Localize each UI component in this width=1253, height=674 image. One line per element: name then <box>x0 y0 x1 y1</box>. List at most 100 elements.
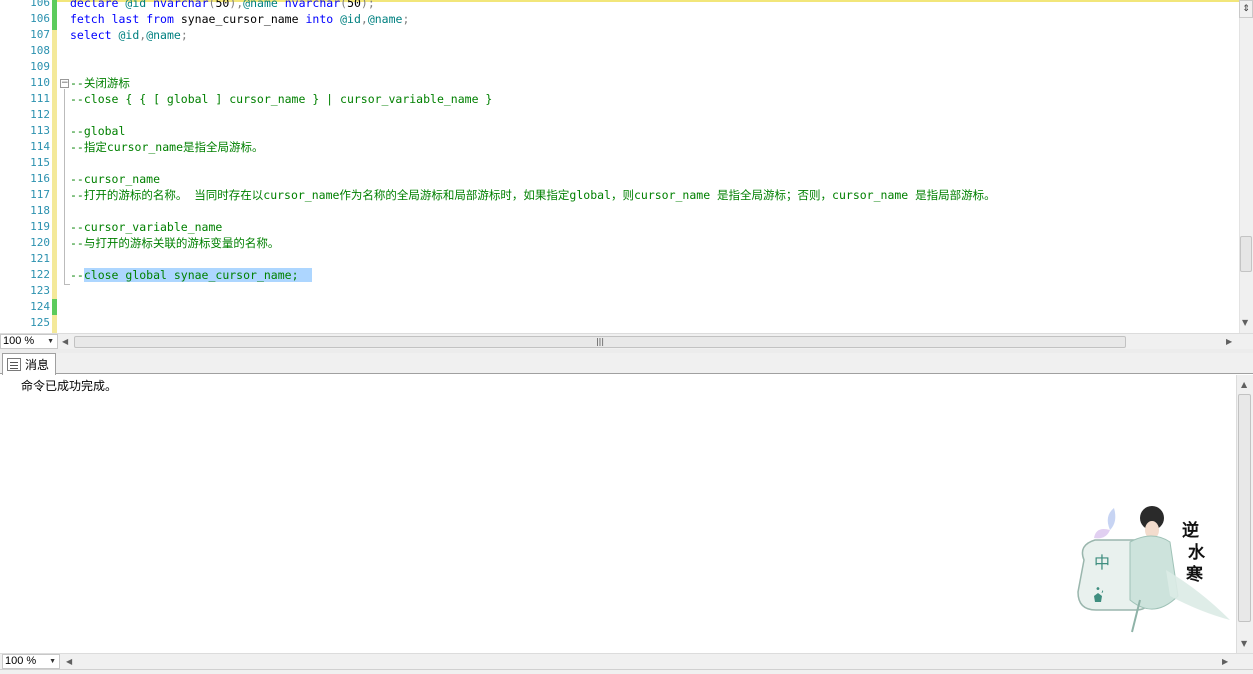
line-number: 124 <box>30 300 50 313</box>
line-number: 108 <box>30 44 50 57</box>
code-token: @name <box>146 28 181 42</box>
butterfly-wing-icon <box>1094 529 1110 539</box>
line-number: 118 <box>30 204 50 217</box>
scroll-left-arrow-icon[interactable]: ◀ <box>66 657 72 666</box>
messages-zoom-value: 100 % <box>5 655 37 667</box>
code-token: @id <box>118 28 140 42</box>
line-number: 107 <box>30 28 50 41</box>
ime-status-widget[interactable]: 中 •, 逆 水 寒 <box>1070 500 1238 635</box>
code-token: last <box>111 12 140 26</box>
code-text-area[interactable]: declare @id nvarchar(50),@name nvarchar(… <box>60 0 1238 333</box>
brand-char-1: 逆 <box>1182 520 1199 541</box>
messages-icon <box>7 358 21 371</box>
messages-vertical-scroll-thumb[interactable] <box>1238 394 1251 622</box>
code-line[interactable]: --指定cursor_name是指全局游标。 <box>70 139 264 155</box>
query-editor[interactable]: 106 106 107 108 109 110 111 112 113 114 115 116 117 1… <box>0 0 1253 333</box>
scroll-up-arrow-icon[interactable]: ▲ <box>1241 380 1247 389</box>
editor-vertical-scroll-thumb[interactable] <box>1240 236 1252 272</box>
code-token: 50 <box>215 0 230 10</box>
code-token: fetch <box>70 12 105 26</box>
saved-change-mark <box>52 0 57 30</box>
scroll-right-arrow-icon[interactable]: ▶ <box>1226 337 1232 346</box>
code-line[interactable]: --打开的游标的名称。 当同时存在以cursor_name作为名称的全局游标和局… <box>70 187 996 203</box>
code-token: 50 <box>347 0 361 10</box>
code-token: ); <box>360 0 375 10</box>
code-token: --close { { [ global ] cursor_name } | c… <box>70 92 493 106</box>
editor-horizontal-scroll-thumb[interactable]: ||| <box>74 336 1126 348</box>
code-line[interactable]: --关闭游标 <box>70 75 130 91</box>
code-line[interactable]: --close { { [ global ] cursor_name } | c… <box>70 91 492 107</box>
code-line[interactable]: --cursor_name <box>70 171 160 187</box>
code-token: --cursor_variable_name <box>70 220 223 234</box>
messages-pane[interactable]: 命令已成功完成。 <box>0 375 1237 653</box>
line-number: 116 <box>30 172 50 185</box>
line-number: 109 <box>30 60 50 73</box>
line-number: 123 <box>30 284 50 297</box>
change-tracking-bar <box>52 0 57 333</box>
brand-char-2: 水 <box>1188 542 1206 563</box>
scroll-left-arrow-icon[interactable]: ◀ <box>62 337 68 346</box>
chevron-down-icon: ▼ <box>47 338 54 345</box>
code-token: @id <box>340 12 361 26</box>
code-token: , <box>360 12 368 26</box>
code-token: declare <box>70 0 119 10</box>
code-token: nvarchar <box>284 0 341 10</box>
code-token: from <box>146 12 174 26</box>
code-line[interactable]: --cursor_variable_name <box>70 219 222 235</box>
code-token: @id <box>125 0 147 10</box>
code-token: select <box>70 28 112 42</box>
code-token: --指定cursor_name是指全局游标。 <box>70 140 264 154</box>
scroll-down-arrow-icon[interactable]: ▼ <box>1242 318 1248 327</box>
code-line[interactable]: --与打开的游标关联的游标变量的名称。 <box>70 235 279 251</box>
code-line[interactable]: --global <box>70 123 125 139</box>
code-token: ; <box>180 28 188 42</box>
brand-char-3: 寒 <box>1186 564 1203 585</box>
ime-punctuation-icon: •, <box>1095 584 1104 595</box>
code-token: ; <box>402 12 410 26</box>
tab-messages-label: 消息 <box>25 358 50 372</box>
line-number: 115 <box>30 156 50 169</box>
code-token: @name <box>367 12 403 26</box>
code-token: into <box>305 12 334 26</box>
code-line[interactable]: declare @id nvarchar(50),@name nvarchar(… <box>70 0 375 11</box>
result-message: 命令已成功完成。 <box>21 379 118 393</box>
editor-vertical-scrollbar[interactable] <box>1239 0 1253 333</box>
line-number: 117 <box>30 188 50 201</box>
saved-change-mark <box>52 299 57 315</box>
code-token: --打开的游标的名称。 当同时存在以cursor_name作为名称的全局游标和局… <box>70 188 996 202</box>
results-tab-bar: 消息 <box>0 353 1253 375</box>
line-number: 121 <box>30 252 50 265</box>
split-window-icon[interactable]: ⇕ <box>1239 0 1253 18</box>
line-number: 125 <box>30 316 50 329</box>
line-number: 112 <box>30 108 50 121</box>
messages-zoom-dropdown[interactable]: 100 % ▼ <box>2 654 60 669</box>
scroll-right-arrow-icon[interactable]: ▶ <box>1222 657 1228 666</box>
chevron-down-icon: ▼ <box>49 658 56 665</box>
line-number: 120 <box>30 236 50 249</box>
code-token: ), <box>229 0 244 10</box>
code-line[interactable]: --close global synae_cursor_name; <box>70 267 313 283</box>
code-token: --关闭游标 <box>70 76 130 90</box>
character-robe <box>1129 535 1179 610</box>
code-line[interactable]: fetch last from synae_cursor_name into @… <box>70 11 409 27</box>
editor-zoom-dropdown[interactable]: 100 % ▼ <box>0 334 58 349</box>
line-number: 110 <box>30 76 50 89</box>
tab-messages[interactable]: 消息 <box>2 353 57 375</box>
butterfly-icon <box>1107 508 1116 530</box>
window-bottom-edge <box>0 669 1253 674</box>
code-token: synae_cursor_name <box>173 12 306 26</box>
line-number: 113 <box>30 124 50 137</box>
editor-horizontal-bar: 100 % ▼ ◀ ||| ▶ <box>0 333 1253 349</box>
line-number: 111 <box>30 92 50 105</box>
line-number: 119 <box>30 220 50 233</box>
code-line[interactable]: select @id,@name; <box>70 27 188 43</box>
line-number-gutter: 106 106 107 108 109 110 111 112 113 114 115 116 117 1… <box>0 0 52 333</box>
scroll-down-arrow-icon[interactable]: ▼ <box>1241 639 1247 648</box>
code-token: --global <box>70 124 126 138</box>
ime-mode-label: 中 <box>1094 553 1110 572</box>
code-token: nvarchar <box>153 0 209 10</box>
selected-text: close global synae_cursor_name; <box>83 268 313 282</box>
code-token: --cursor_name <box>70 172 161 186</box>
